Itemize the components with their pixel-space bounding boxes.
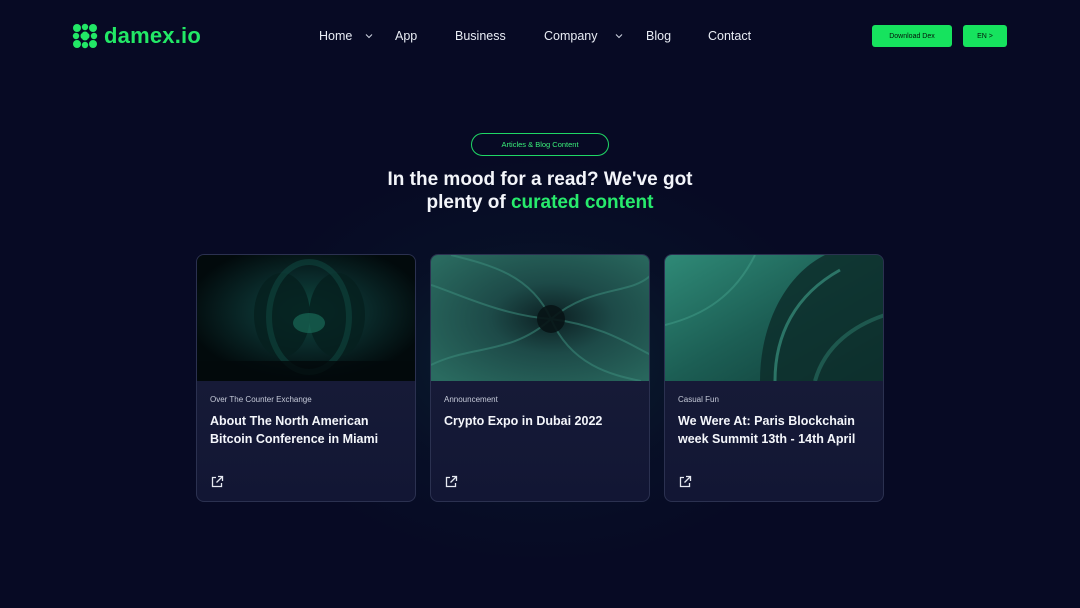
nav-blog[interactable]: Blog (646, 29, 671, 43)
brand-logo[interactable]: damex.io (72, 23, 201, 49)
nav-home[interactable]: Home (319, 29, 374, 43)
article-title: We Were At: Paris Blockchain week Summit… (678, 414, 856, 446)
article-category: Casual Fun (678, 395, 719, 404)
headline-accent: curated content (510, 192, 654, 213)
nav-business[interactable]: Business (455, 29, 506, 43)
nav-company-label: Company (544, 29, 598, 43)
article-title: Crypto Expo in Dubai 2022 (444, 414, 603, 428)
article-category: Announcement (444, 395, 498, 404)
external-link-icon[interactable] (210, 475, 224, 489)
article-thumbnail (197, 255, 415, 381)
article-thumbnail (431, 255, 649, 381)
article-thumbnail (665, 255, 883, 381)
article-title: About The North American Bitcoin Confere… (210, 414, 379, 446)
chevron-down-icon (365, 34, 373, 39)
nav-company[interactable]: Company (544, 29, 624, 43)
article-card[interactable]: Announcement Crypto Expo in Dubai 2022 (430, 254, 650, 502)
nav-app-label: App (395, 29, 418, 43)
headline-line-1: In the mood for a read? We've got (387, 169, 693, 190)
chevron-down-icon (615, 34, 622, 39)
language-button[interactable]: EN > (963, 25, 1007, 47)
article-card[interactable]: Casual Fun We Were At: Paris Blockchain … (664, 254, 884, 502)
section-headline: In the mood for a read? We've got plenty… (340, 168, 740, 214)
article-category: Over The Counter Exchange (210, 395, 312, 404)
article-card[interactable]: Over The Counter Exchange About The Nort… (196, 254, 416, 502)
external-link-icon[interactable] (444, 475, 458, 489)
download-dex-button[interactable]: Download Dex (872, 25, 952, 47)
site-header: damex.io Home App Business Company Blog … (0, 0, 1080, 72)
damex-logo-icon (72, 23, 98, 49)
nav-home-label: Home (319, 29, 353, 43)
nav-contact[interactable]: Contact (708, 29, 751, 43)
nav-business-label: Business (455, 29, 506, 43)
nav-contact-label: Contact (708, 29, 752, 43)
headline-line-2-plain: plenty of (426, 192, 511, 213)
nav-blog-label: Blog (646, 29, 672, 43)
nav-app[interactable]: App (395, 29, 417, 43)
external-link-icon[interactable] (678, 475, 692, 489)
section-badge: Articles & Blog Content (471, 133, 609, 156)
brand-name: damex.io (104, 23, 201, 48)
